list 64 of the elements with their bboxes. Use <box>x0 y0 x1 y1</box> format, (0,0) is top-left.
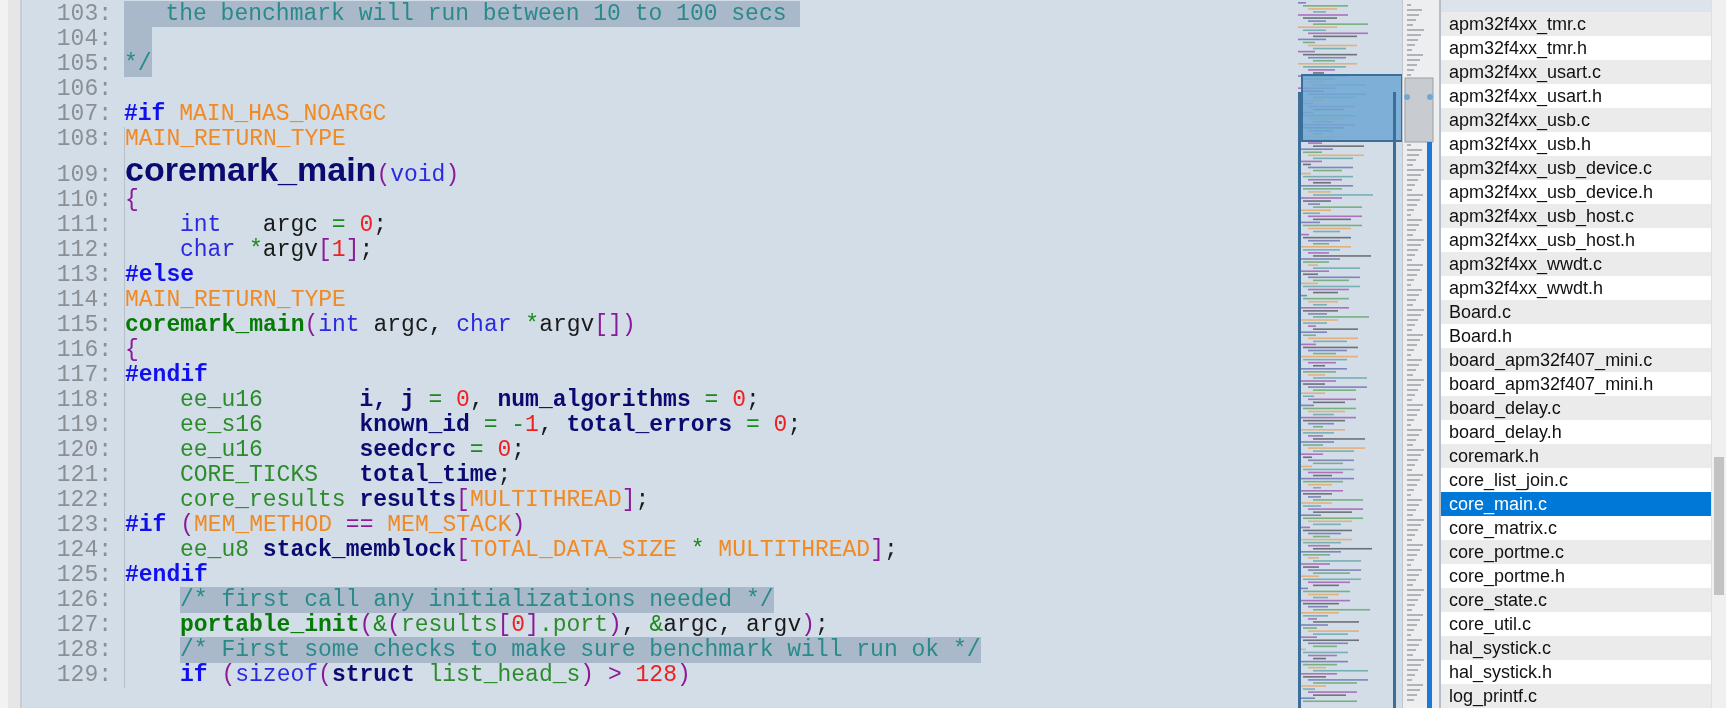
line-number: 104: <box>55 27 112 52</box>
file-item[interactable]: apm32f4xx_usb_device.c <box>1441 156 1711 180</box>
code-line: ee_u16 i, j = 0, num_algorithms = 0; <box>180 388 760 413</box>
file-item[interactable]: coremark.h <box>1441 444 1711 468</box>
code-line: { <box>125 188 139 213</box>
line-number: 124: <box>55 538 112 563</box>
code-line: core_results results[MULTITHREAD]; <box>180 488 650 513</box>
line-number: 105: <box>55 52 112 77</box>
line-number: 117: <box>55 363 112 388</box>
file-item[interactable]: apm32f4xx_tmr.c <box>1441 12 1711 36</box>
line-number: 106: <box>55 77 112 102</box>
code-line: #endif <box>125 563 208 588</box>
scrollbar-thumb[interactable] <box>1714 457 1724 595</box>
line-number: 108: <box>55 127 112 152</box>
code-line: coremark_main(void) <box>125 152 460 188</box>
line-number: 111: <box>55 213 112 238</box>
line-number: 119: <box>55 413 112 438</box>
line-number: 129: <box>55 663 112 688</box>
code-line: coremark_main(int argc, char *argv[]) <box>125 313 636 338</box>
code-line: #if MAIN_HAS_NOARGC <box>124 102 387 127</box>
file-item[interactable]: board_delay.c <box>1441 396 1711 420</box>
line-number: 116: <box>55 338 112 363</box>
line-number: 114: <box>55 288 112 313</box>
line-number: 113: <box>55 263 112 288</box>
code-line: #else <box>125 263 194 288</box>
code-line: portable_init(&(results[0].port), &argc, argv); <box>180 613 829 638</box>
code-line: MAIN_RETURN_TYPE <box>125 288 346 313</box>
file-item[interactable]: apm32f4xx_wwdt.c <box>1441 252 1711 276</box>
file-item[interactable]: apm32f4xx_usart.c <box>1441 60 1711 84</box>
line-number: 110: <box>55 188 112 213</box>
code-line: char *argv[1]; <box>180 238 374 263</box>
code-line: ee_u16 seedcrc = 0; <box>180 438 526 463</box>
line-number: 121: <box>55 463 112 488</box>
file-item[interactable]: apm32f4xx_usb_host.c <box>1441 204 1711 228</box>
code-line: ee_s16 known_id = -1, total_errors = 0; <box>180 413 802 438</box>
line-number: 109: <box>55 163 112 188</box>
line-number: 126: <box>55 588 112 613</box>
file-item[interactable]: Board.c <box>1441 300 1711 324</box>
line-number: 127: <box>55 613 112 638</box>
line-number: 122: <box>55 488 112 513</box>
file-item[interactable]: core_main.c <box>1441 492 1711 516</box>
code-line: CORE_TICKS total_time; <box>180 463 512 488</box>
code-line: if (sizeof(struct list_head_s) > 128) <box>180 663 691 688</box>
line-number: 103: <box>55 2 112 27</box>
code-line: MAIN_RETURN_TYPE <box>125 127 346 152</box>
line-number: 118: <box>55 388 112 413</box>
file-item[interactable]: core_state.c <box>1441 588 1711 612</box>
file-item[interactable]: log_printf.c <box>1441 684 1711 708</box>
code-line: int argc = 0; <box>180 213 388 238</box>
code-line: #if (MEM_METHOD == MEM_STACK) <box>125 513 526 538</box>
line-number: 115: <box>55 313 112 338</box>
line-number: 107: <box>55 102 112 127</box>
line-number: 128: <box>55 638 112 663</box>
code-line: ee_u8 stack_memblock[TOTAL_DATA_SIZE * MULTITHREAD]; <box>180 538 898 563</box>
line-number: 125: <box>55 563 112 588</box>
file-item[interactable]: apm32f4xx_usb.c <box>1441 108 1711 132</box>
code-line: { <box>125 338 139 363</box>
line-number: 123: <box>55 513 112 538</box>
file-item[interactable]: board_apm32f407_mini.c <box>1441 348 1711 372</box>
file-item[interactable]: core_portme.c <box>1441 540 1711 564</box>
code-line: #endif <box>125 363 208 388</box>
line-number: 112: <box>55 238 112 263</box>
line-number: 120: <box>55 438 112 463</box>
file-item[interactable]: hal_systick.c <box>1441 636 1711 660</box>
